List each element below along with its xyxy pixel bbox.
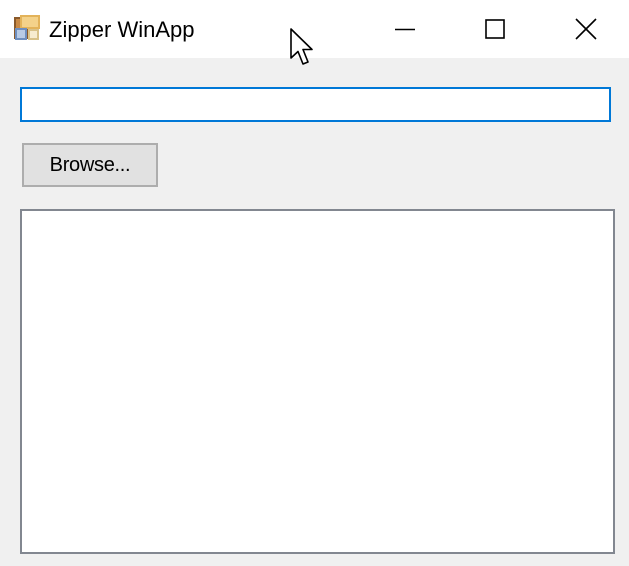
path-input[interactable] (20, 87, 611, 122)
close-button[interactable] (542, 0, 629, 58)
title-bar[interactable]: Zipper WinApp (0, 0, 629, 58)
minimize-button[interactable] (359, 0, 451, 58)
window-title: Zipper WinApp (49, 17, 195, 42)
browse-button[interactable]: Browse... (22, 143, 158, 187)
maximize-icon (485, 19, 505, 39)
output-textbox[interactable] (20, 209, 615, 554)
minimize-icon (395, 28, 415, 31)
maximize-button[interactable] (449, 0, 541, 58)
close-icon (574, 18, 597, 40)
zipper-app-icon[interactable] (13, 14, 41, 42)
app-window: Zipper WinApp Browse... (0, 0, 629, 566)
